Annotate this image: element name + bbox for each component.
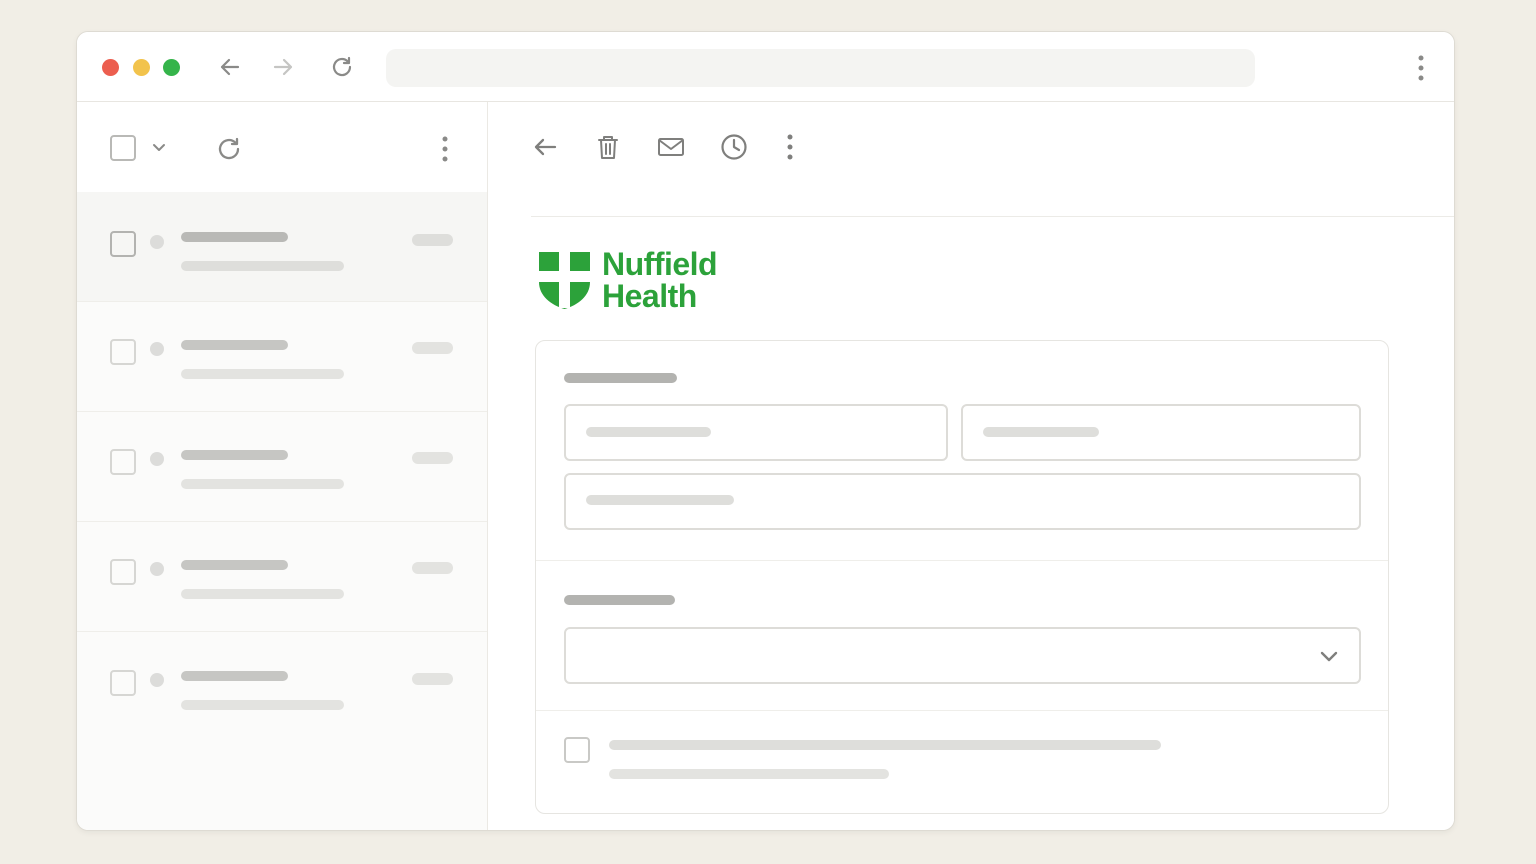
list-item[interactable]	[77, 632, 487, 742]
unread-dot	[150, 342, 164, 356]
trash-icon[interactable]	[593, 132, 623, 162]
browser-window: Nuffield Health	[76, 31, 1455, 831]
time-placeholder	[412, 452, 453, 464]
sender-placeholder	[181, 671, 288, 681]
sender-placeholder	[181, 232, 288, 242]
field-placeholder	[586, 495, 734, 505]
unread-dot	[150, 673, 164, 687]
snippet-placeholder	[181, 589, 344, 599]
time-placeholder	[412, 673, 453, 685]
brand-name: Nuffield Health	[602, 246, 718, 314]
reload-icon[interactable]	[329, 54, 355, 80]
field-placeholder	[586, 427, 711, 437]
toolbar-divider	[531, 216, 1454, 217]
section2-title-placeholder	[564, 595, 675, 605]
consent-text-placeholder	[609, 769, 889, 779]
list-item[interactable]	[77, 412, 487, 522]
first-name-field[interactable]	[564, 404, 948, 461]
time-placeholder	[412, 342, 453, 354]
field-placeholder	[983, 427, 1099, 437]
row-checkbox[interactable]	[110, 231, 136, 257]
dropdown-select[interactable]	[564, 627, 1361, 684]
unread-dot	[150, 562, 164, 576]
maximize-window-button[interactable]	[163, 59, 180, 76]
select-all-checkbox[interactable]	[110, 135, 136, 161]
kebab-menu-icon[interactable]	[1417, 55, 1425, 81]
browser-toolbar	[77, 32, 1454, 102]
close-window-button[interactable]	[102, 59, 119, 76]
back-arrow-icon[interactable]	[217, 54, 243, 80]
row-checkbox[interactable]	[110, 670, 136, 696]
brand-line2: Health	[602, 278, 697, 314]
forward-arrow-icon[interactable]	[270, 54, 296, 80]
sender-placeholder	[181, 340, 288, 350]
sender-placeholder	[181, 450, 288, 460]
section1-title-placeholder	[564, 373, 677, 383]
snippet-placeholder	[181, 261, 344, 271]
row-checkbox[interactable]	[110, 449, 136, 475]
shield-cross-icon	[539, 252, 590, 309]
email-field[interactable]	[564, 473, 1361, 530]
chevron-down-icon[interactable]	[1317, 644, 1341, 668]
unread-dot	[150, 452, 164, 466]
inbox-list	[77, 102, 488, 830]
chevron-down-icon[interactable]	[152, 142, 166, 154]
snippet-placeholder	[181, 479, 344, 489]
last-name-field[interactable]	[961, 404, 1361, 461]
mail-icon[interactable]	[656, 132, 686, 162]
snippet-placeholder	[181, 700, 344, 710]
snippet-placeholder	[181, 369, 344, 379]
row-checkbox[interactable]	[110, 559, 136, 585]
back-arrow-icon[interactable]	[530, 132, 560, 162]
consent-text-placeholder	[609, 740, 1161, 750]
list-item[interactable]	[77, 302, 487, 412]
inbox-toolbar	[77, 102, 487, 192]
refresh-icon[interactable]	[215, 135, 243, 163]
select-section	[536, 560, 1388, 711]
time-placeholder	[412, 234, 453, 246]
nuffield-health-logo: Nuffield Health	[537, 248, 737, 312]
row-checkbox[interactable]	[110, 339, 136, 365]
message-pane: Nuffield Health	[489, 102, 1454, 830]
list-item[interactable]	[77, 192, 487, 302]
sender-placeholder	[181, 560, 288, 570]
kebab-menu-icon[interactable]	[441, 136, 449, 162]
consent-checkbox[interactable]	[564, 737, 590, 763]
kebab-menu-icon[interactable]	[786, 134, 794, 160]
list-item[interactable]	[77, 522, 487, 632]
clock-icon[interactable]	[719, 132, 749, 162]
address-bar[interactable]	[386, 49, 1255, 87]
time-placeholder	[412, 562, 453, 574]
unread-dot	[150, 235, 164, 249]
brand-line1: Nuffield	[602, 246, 718, 282]
minimize-window-button[interactable]	[133, 59, 150, 76]
signup-form-card	[535, 340, 1389, 814]
